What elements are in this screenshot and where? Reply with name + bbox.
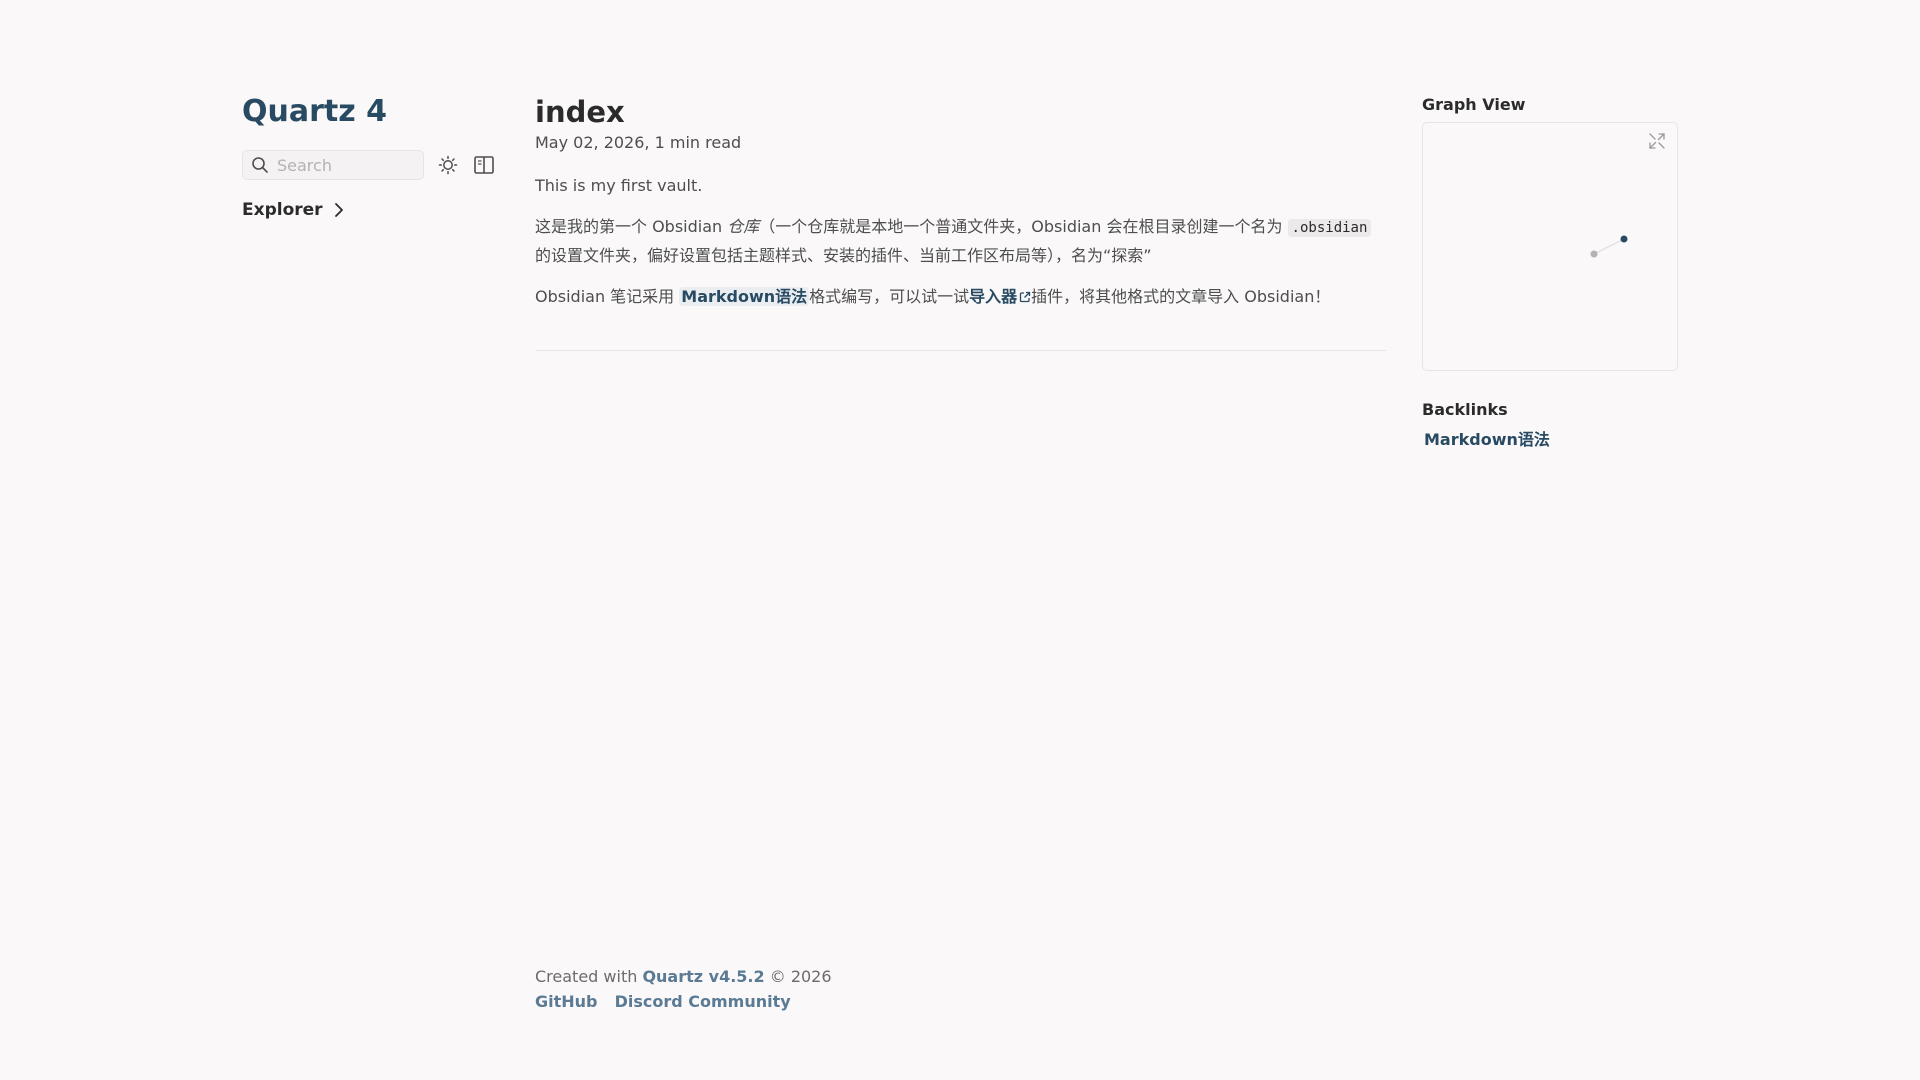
importer-link-label: 导入器 (969, 287, 1018, 306)
content-divider (536, 350, 1386, 351)
explorer-label: Explorer (242, 200, 323, 220)
theme-toggle-button[interactable] (436, 153, 460, 177)
graph-node-current[interactable] (1620, 235, 1628, 243)
backlinks-title: Backlinks (1422, 400, 1508, 419)
inline-code: .obsidian (1287, 219, 1372, 237)
right-sidebar: Graph View Backlinks Markdown语法 (1422, 92, 1680, 451)
github-link[interactable]: GitHub (535, 992, 598, 1011)
main-content: index May 02, 2026, 1 min read This is m… (535, 92, 1387, 359)
footer-links: GitHub Discord Community (535, 991, 832, 1013)
footer-created-prefix: Created with (535, 967, 643, 986)
explorer-toggle[interactable]: Explorer (242, 200, 512, 220)
read-time: 1 min read (654, 133, 742, 152)
p3-text-a: Obsidian 笔记采用 (535, 287, 680, 306)
article-date: May 02, 2026 (535, 133, 645, 152)
search-icon (252, 157, 268, 173)
meta-separator: , (644, 133, 650, 152)
article-title: index (535, 95, 625, 129)
site-title[interactable]: Quartz 4 (242, 92, 512, 132)
graph-view-title: Graph View (1422, 95, 1526, 114)
p2-emphasis: 仓库 (727, 217, 760, 236)
markdown-link[interactable]: Markdown语法 (679, 287, 810, 306)
footer-copyright: © 2026 (764, 967, 832, 986)
page: Quartz 4 Search Explorer index May 02, 2… (0, 0, 1920, 1080)
p3-text-c: 插件，将其他格式的文章导入 Obsidian！ (1031, 287, 1331, 306)
graph-edge (1593, 238, 1625, 255)
graph-canvas[interactable] (1423, 123, 1677, 370)
footer-credit: Created with Quartz v4.5.2 © 2026 (535, 966, 832, 988)
graph-view[interactable] (1422, 122, 1678, 371)
sidebar-tools: Search (242, 150, 512, 180)
paragraph-2: 这是我的第一个 Obsidian 仓库（一个仓库就是本地一个普通文件夹，Obsi… (535, 213, 1387, 269)
search-input[interactable]: Search (242, 150, 424, 180)
p2-text-b: （一个仓库就是本地一个普通文件夹，Obsidian 会在根目录创建一个名为 (759, 217, 1288, 236)
quartz-version-link[interactable]: Quartz v4.5.2 (642, 967, 764, 986)
backlink-item[interactable]: Markdown语法 (1424, 429, 1680, 451)
p2-text-c: 的设置文件夹，偏好设置包括主题样式、安装的插件、当前工作区布局等），名为“探索” (535, 246, 1152, 265)
paragraph-1: This is my first vault. (535, 176, 703, 195)
search-placeholder: Search (277, 155, 332, 175)
sun-icon (438, 155, 458, 175)
discord-link[interactable]: Discord Community (615, 992, 791, 1011)
p3-text-b: 格式编写，可以试一试 (809, 287, 970, 306)
graph-node-other[interactable] (1590, 250, 1598, 258)
expand-icon[interactable] (1647, 131, 1667, 151)
book-icon (474, 156, 494, 174)
footer: Created with Quartz v4.5.2 © 2026 GitHub… (535, 966, 832, 1013)
p2-text-a: 这是我的第一个 Obsidian (535, 217, 728, 236)
reader-mode-button[interactable] (472, 153, 496, 177)
article-meta: May 02, 2026, 1 min read (535, 132, 1387, 154)
paragraph-3: Obsidian 笔记采用 Markdown语法 格式编写，可以试一试导入器 插件，… (535, 283, 1387, 310)
chevron-right-icon (334, 203, 343, 217)
left-sidebar: Quartz 4 Search Explorer (242, 92, 512, 220)
external-link-icon (1020, 291, 1031, 303)
importer-link[interactable]: 导入器 (969, 287, 1031, 306)
